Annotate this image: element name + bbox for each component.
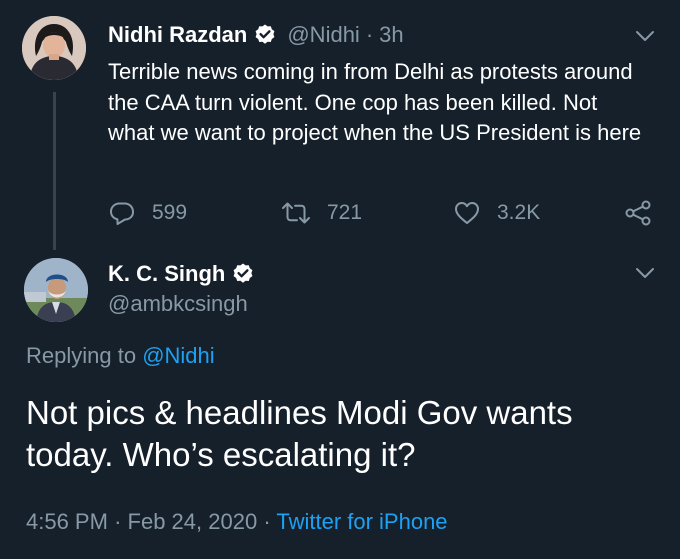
replying-label: Replying to: [26, 343, 143, 368]
tweet-time[interactable]: 3h: [379, 22, 403, 48]
tweet-text: Not pics & headlines Modi Gov wants toda…: [26, 394, 573, 473]
tweet-metadata: 4:56 PM · Feb 24, 2020 · Twitter for iPh…: [26, 509, 448, 535]
separator-dot: ·: [263, 509, 271, 534]
display-name[interactable]: Nidhi Razdan: [108, 22, 247, 48]
avatar[interactable]: [24, 258, 88, 322]
verified-badge-icon: [253, 23, 277, 47]
reply-count: 599: [152, 201, 188, 224]
tweet-text: Terrible news coming in from Delhi as pr…: [108, 59, 642, 145]
like-button[interactable]: 3.2K: [453, 198, 540, 228]
like-count: 3.2K: [497, 201, 541, 224]
share-button[interactable]: [624, 198, 670, 228]
heart-icon: [455, 202, 479, 224]
retweet-button[interactable]: 721: [281, 198, 362, 228]
retweet-count: 721: [327, 201, 363, 224]
tweet-time[interactable]: 4:56 PM: [26, 509, 108, 534]
separator-dot: ·: [365, 22, 374, 47]
user-handle[interactable]: @ambkcsingh: [108, 291, 248, 317]
thread-connector-line: [53, 92, 56, 250]
reply-icon: [110, 202, 134, 225]
retweet-icon: [282, 202, 310, 224]
tweet-date[interactable]: Feb 24, 2020: [128, 509, 258, 534]
verified-badge-icon: [231, 262, 255, 286]
reply-button[interactable]: 599: [108, 198, 187, 228]
tweet-header: Nidhi Razdan @Nidhi · 3h: [108, 20, 404, 50]
user-handle[interactable]: @Nidhi: [287, 22, 359, 48]
avatar[interactable]: [22, 16, 86, 80]
share-icon: [625, 200, 651, 226]
chevron-down-icon[interactable]: [635, 29, 655, 41]
chevron-down-icon[interactable]: [635, 266, 655, 278]
mention-link[interactable]: @Nidhi: [142, 343, 214, 368]
tweet-header: K. C. Singh: [108, 259, 255, 289]
tweet-source-link[interactable]: Twitter for iPhone: [276, 509, 447, 534]
separator-dot: ·: [114, 509, 122, 534]
replying-to: Replying to @Nidhi: [26, 343, 215, 369]
display-name[interactable]: K. C. Singh: [108, 261, 225, 287]
